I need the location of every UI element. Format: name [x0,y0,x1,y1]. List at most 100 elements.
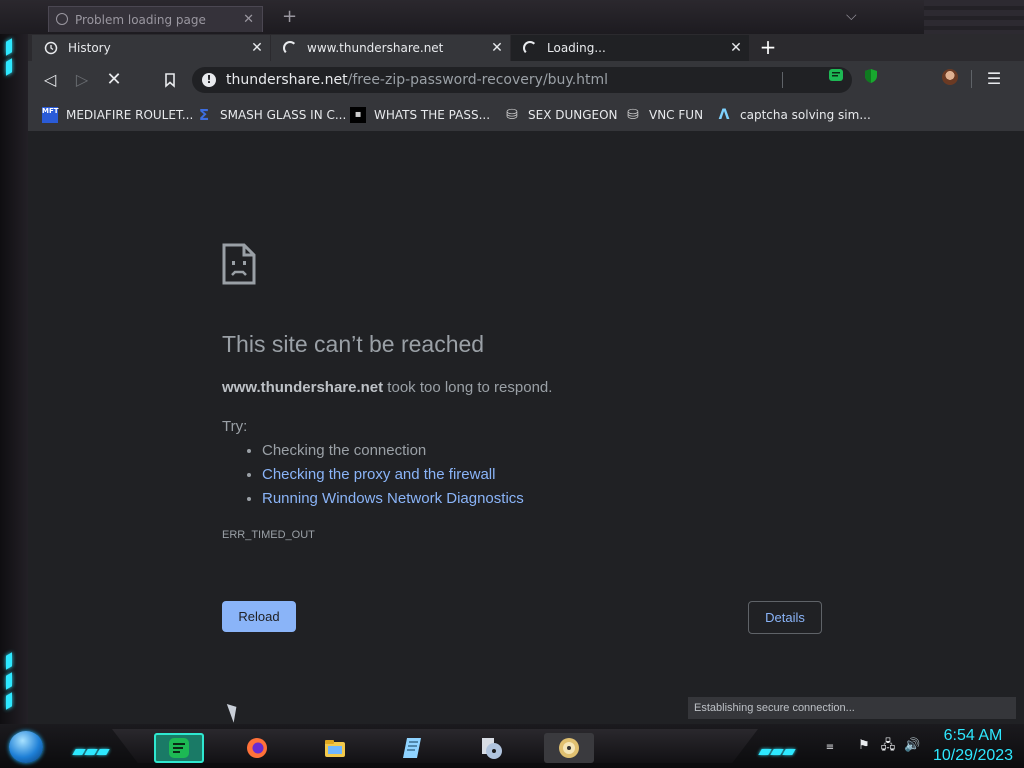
tab-thundershare[interactable]: www.thundershare.net ✕ [271,35,510,61]
error-code: ERR_TIMED_OUT [222,529,315,541]
status-bubble: Establishing secure connection... [688,697,1016,719]
bookmark-mediafire-roulette[interactable]: MFT MEDIAFIRE ROULET... [42,106,193,124]
bookmark-label: SEX DUNGEON [528,108,618,122]
profile-avatar[interactable] [942,69,958,85]
url-text[interactable]: thundershare.net/free-zip-password-recov… [226,67,608,93]
lock-page-icon: ▪ [350,107,366,123]
address-bar[interactable]: ! thundershare.net/free-zip-password-rec… [192,67,852,93]
tab-close-icon[interactable]: ✕ [490,35,504,61]
bookmark-whats-the-pass[interactable]: ▪ WHATS THE PASS... [350,106,490,124]
desktop-skin-left-rail [0,34,28,724]
suggestion-check-proxy-link[interactable]: Checking the proxy and the firewall [262,466,495,483]
shield-extension-icon[interactable] [863,68,879,84]
background-new-tab-icon[interactable]: + [282,6,297,27]
bookmark-vnc-fun[interactable]: ⛁ VNC FUN [625,106,703,124]
error-page: This site can’t be reached www.thundersh… [28,131,1024,724]
stop-loading-button[interactable]: ✕ [104,70,124,90]
skin-decoration [924,0,1024,37]
action-center-flag-icon[interactable]: ⚑ [856,738,872,754]
bookmark-label: captcha solving sim... [740,108,871,122]
omnibox-separator [782,72,783,88]
volume-icon[interactable]: 🔊 [904,738,920,754]
tab-strip: History ✕ www.thundershare.net ✕ Loading… [28,34,1024,61]
back-button[interactable]: ◁ [40,70,60,90]
suggestion-check-connection: Checking the connection [262,442,427,459]
led-light [6,58,12,76]
stack-icon: ⛁ [506,107,518,123]
bookmark-smash-glass[interactable]: Σ SMASH GLASS IN C... [196,106,346,124]
error-title: This site can’t be reached [222,331,485,357]
details-button[interactable]: Details [748,601,822,634]
reload-button[interactable]: Reload [222,601,296,632]
taskbar-firefox[interactable] [232,733,282,763]
bookmark-label: VNC FUN [649,108,704,122]
url-host: thundershare.net [226,72,348,88]
desktop-skin-top: Problem loading page ✕ + ⌵ [0,0,1024,37]
taskbar-dvd-player[interactable] [544,733,594,763]
taskbar-media-player[interactable] [466,733,516,763]
new-tab-button[interactable]: + [758,36,778,58]
bookmark-captcha-solving[interactable]: Λ captcha solving sim... [716,106,871,124]
start-orb-button[interactable] [9,731,43,763]
background-tab-title: Problem loading page [75,13,206,27]
mediafire-icon: MFT [42,107,59,123]
history-icon [44,41,58,55]
led-light [6,652,12,670]
taskbar-led-decoration [72,740,110,755]
bookmark-label: WHATS THE PASS... [374,108,491,122]
toolbar: ◁ ▷ ✕ ! thundershare.net/free-zip-passwo… [28,61,1024,99]
suggestion-item: Running Windows Network Diagnostics [262,487,524,511]
tab-close-icon[interactable]: ✕ [250,35,264,61]
background-window-tab[interactable]: Problem loading page ✕ [48,6,263,32]
background-tab-info-icon [56,13,68,25]
bookmark-sex-dungeon[interactable]: ⛁ SEX DUNGEON [504,106,618,124]
network-icon[interactable]: 🖧 [880,738,896,754]
file-explorer-icon [325,740,345,757]
loading-spinner-icon [283,41,297,55]
chat-app-icon [169,738,189,758]
sigma-icon: Σ [198,106,210,124]
try-label: Try: [222,418,248,435]
taskbar-notepad[interactable] [388,733,438,763]
stack-icon: ⛁ [627,107,639,123]
tray-grip-icon[interactable]: ≡ [822,740,838,756]
taskbar-app-rail [112,729,758,763]
media-disc-icon [482,738,502,759]
background-tab-close-icon[interactable]: ✕ [243,7,254,33]
tab-history[interactable]: History ✕ [32,35,270,61]
taskbar-clock[interactable]: 6:54 AM 10/29/2023 [928,726,1018,766]
menu-icon[interactable]: ☰ [986,69,1002,89]
suggestion-list: Checking the connection Checking the pro… [242,439,524,511]
lambda-icon: Λ [718,107,730,123]
tab-title: Loading... [547,41,606,55]
tab-loading-active[interactable]: Loading... ✕ [511,35,749,61]
suggestion-item: Checking the proxy and the firewall [262,463,524,487]
led-light [6,692,12,710]
suggestion-item: Checking the connection [262,439,524,463]
firefox-icon [247,738,267,758]
bookmark-icon[interactable] [160,70,180,90]
bookmark-label: MEDIAFIRE ROULET... [66,108,194,122]
bookmarks-bar: MFT MEDIAFIRE ROULET... Σ SMASH GLASS IN… [28,99,1024,131]
notepad-icon [403,738,421,758]
forward-button[interactable]: ▷ [72,70,92,90]
browser-window: History ✕ www.thundershare.net ✕ Loading… [28,34,1024,724]
led-light [6,672,12,690]
toolbar-separator [971,70,972,88]
clock-time: 6:54 AM [943,727,1003,744]
tab-title: History [68,41,111,55]
url-path: /free-zip-password-recovery/buy.html [347,72,609,88]
chat-extension-icon[interactable] [828,68,844,84]
site-info-icon[interactable]: ! [202,73,216,87]
taskbar: ≡ ⚑ 🖧 🔊 [0,724,1024,768]
dvd-icon [559,738,579,758]
taskbar-file-explorer[interactable] [310,733,360,763]
led-light [6,38,12,56]
error-host: www.thundershare.net [222,379,384,396]
tab-close-icon[interactable]: ✕ [729,35,743,61]
loading-spinner-icon [523,41,537,55]
suggestion-network-diagnostics-link[interactable]: Running Windows Network Diagnostics [262,490,524,507]
background-tab-list-icon[interactable]: ⌵ [846,8,857,24]
taskbar-chat-app[interactable] [154,733,204,763]
error-message: www.thundershare.net took too long to re… [222,379,552,396]
